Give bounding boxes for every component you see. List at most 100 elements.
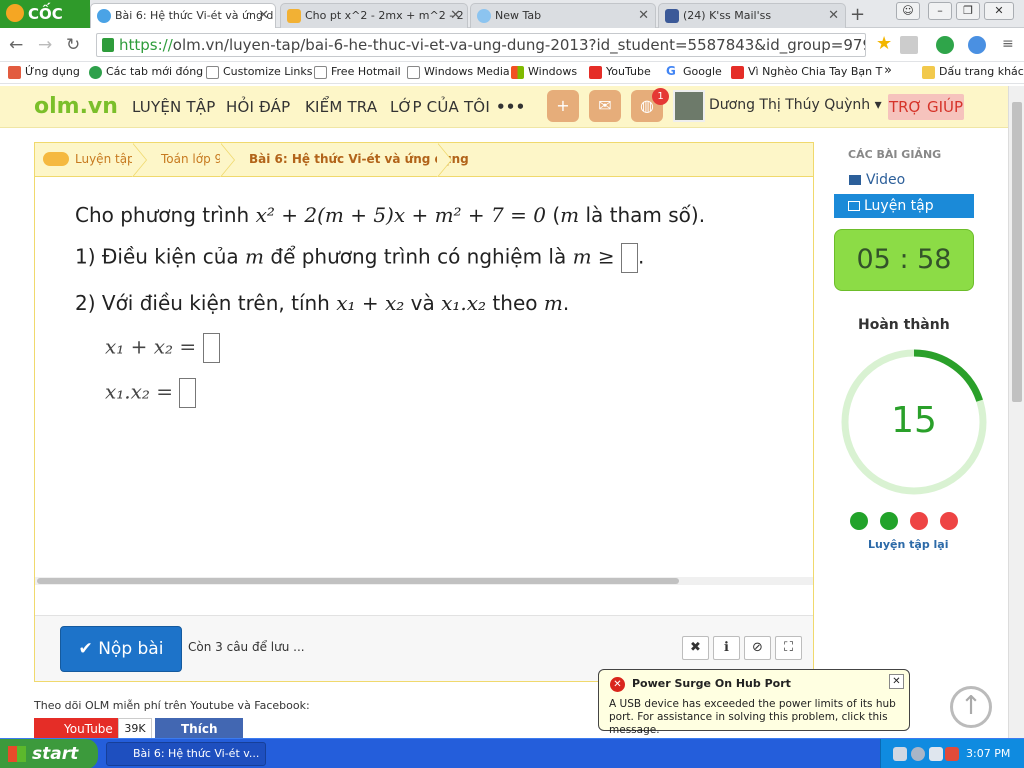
- more-bookmarks-icon[interactable]: »: [884, 63, 892, 78]
- bookmark-youtube[interactable]: YouTube: [589, 65, 651, 79]
- result-dot-wrong: [940, 512, 958, 530]
- close-tab-icon[interactable]: ✕: [638, 4, 649, 27]
- lock-icon: [102, 38, 114, 52]
- bookmark-label: Free Hotmail: [331, 65, 401, 78]
- facebook-favicon-icon: [665, 9, 679, 23]
- breadcrumb-grade9[interactable]: Toán lớp 9: [161, 152, 222, 166]
- olm-logo[interactable]: olm.vn: [34, 94, 118, 119]
- close-tab-icon[interactable]: ✕: [258, 4, 269, 27]
- fullscreen-icon[interactable]: ⛶: [775, 636, 802, 660]
- bookmark-label: Customize Links: [223, 65, 313, 78]
- reload-icon[interactable]: ↻: [66, 35, 80, 55]
- horizontal-scrollbar[interactable]: [35, 577, 813, 585]
- close-window-icon[interactable]: ✕: [984, 2, 1014, 20]
- extension-icon[interactable]: [968, 36, 986, 54]
- text: .: [638, 244, 645, 269]
- avatar[interactable]: [673, 90, 705, 122]
- result-dot-correct: [850, 512, 868, 530]
- scroll-to-top-icon[interactable]: ↑: [950, 686, 992, 728]
- close-icon[interactable]: ✕: [889, 674, 904, 689]
- bookmark-star-icon[interactable]: ★: [876, 33, 894, 54]
- start-button[interactable]: start: [0, 739, 98, 768]
- tab-label: (24) K'ss Mail'ss: [683, 9, 772, 22]
- lectures-title: CÁC BÀI GIẢNG: [848, 148, 942, 161]
- bookmark-hotmail[interactable]: Free Hotmail: [314, 65, 401, 79]
- sidebar-item-practice[interactable]: Luyện tập: [834, 194, 974, 218]
- tab-hoc24[interactable]: Cho pt x^2 - 2mx + m^2 - 2 ✕: [280, 3, 468, 28]
- restore-icon[interactable]: ❐: [956, 2, 980, 20]
- youtube-subscribe-button[interactable]: YouTube: [34, 718, 118, 740]
- answer-box-condition[interactable]: [621, 243, 639, 273]
- sidebar-item-video[interactable]: Video: [834, 168, 974, 192]
- text: 2) Với điều kiện trên, tính: [75, 291, 337, 315]
- taskbar: start Bài 6: Hệ thức Vi-ét v... 3:07 PM: [0, 738, 1024, 768]
- scrollbar-thumb[interactable]: [37, 578, 679, 584]
- user-icon[interactable]: ☺: [896, 2, 920, 20]
- bookmark-video[interactable]: Vì Nghèo Chia Tay Bạn T: [731, 65, 882, 79]
- windows-flag-icon: [8, 746, 26, 762]
- back-icon[interactable]: ←: [9, 35, 23, 55]
- notification-balloon[interactable]: ✕ Power Surge On Hub Port ✕ A USB device…: [598, 669, 910, 736]
- help-button[interactable]: TRỢ GIÚP: [888, 94, 964, 120]
- facebook-like-button[interactable]: Thích 19K: [155, 718, 243, 758]
- username-dropdown[interactable]: Dương Thị Thúy Quỳnh ▾: [709, 97, 882, 113]
- new-tab-icon[interactable]: +: [850, 4, 865, 25]
- tab-new[interactable]: New Tab ✕: [470, 3, 656, 28]
- info-icon[interactable]: ℹ: [713, 636, 740, 660]
- breadcrumb: Luyện tập Toán lớp 9 Bài 6: Hệ thức Vi-é…: [35, 143, 813, 177]
- page-scrollbar[interactable]: [1008, 86, 1024, 738]
- usb-icon[interactable]: [893, 747, 907, 761]
- menu-test[interactable]: KIỂM TRA: [305, 98, 377, 116]
- submit-button[interactable]: ✔ Nộp bài: [60, 626, 182, 672]
- text: .: [562, 291, 570, 315]
- bookmark-apps[interactable]: Ứng dụng: [8, 65, 80, 79]
- coccoc-ext-icon[interactable]: [936, 36, 954, 54]
- taskbar-item-browser[interactable]: Bài 6: Hệ thức Vi-ét v...: [106, 742, 266, 766]
- bookmark-google[interactable]: G Google: [666, 64, 722, 78]
- answer-box-product[interactable]: [179, 378, 197, 408]
- page-icon: [314, 66, 327, 79]
- answer-box-sum[interactable]: [202, 333, 220, 363]
- menu-qa[interactable]: HỎI ĐÁP: [226, 98, 290, 116]
- folder-icon: [922, 66, 935, 79]
- bookmark-windows[interactable]: Windows: [511, 65, 577, 79]
- tab-olm[interactable]: Bài 6: Hệ thức Vi-ét và ứng d ✕: [90, 3, 276, 29]
- menu-practice[interactable]: LUYỆN TẬP: [132, 98, 216, 116]
- breadcrumb-separator: [132, 143, 149, 177]
- scrollbar-thumb[interactable]: [1012, 102, 1022, 402]
- network-icon[interactable]: [911, 747, 925, 761]
- olm-favicon-icon: [97, 9, 111, 23]
- breadcrumb-practice[interactable]: Luyện tập: [75, 152, 135, 166]
- block-icon[interactable]: ⊘: [744, 636, 771, 660]
- download-icon[interactable]: [900, 36, 918, 54]
- condition: m ≥: [572, 244, 615, 269]
- apps-icon: [8, 66, 21, 79]
- antivirus-icon[interactable]: [945, 747, 959, 761]
- retry-link[interactable]: Luyện tập lại: [868, 538, 948, 551]
- menu-more-icon[interactable]: •••: [496, 98, 525, 116]
- follow-text: Theo dõi OLM miễn phí trên Youtube và Fa…: [34, 699, 310, 712]
- bookmark-other-folder[interactable]: Dấu trang khác: [922, 65, 1024, 79]
- url-field[interactable]: https://olm.vn/luyen-tap/bai-6-he-thuc-v…: [96, 33, 866, 57]
- chat-icon[interactable]: ✉: [589, 90, 621, 122]
- close-tab-icon[interactable]: ✕: [828, 4, 839, 27]
- close-tab-icon[interactable]: ✕: [450, 4, 461, 27]
- forward-icon[interactable]: →: [38, 35, 52, 55]
- volume-icon[interactable]: [929, 747, 943, 761]
- url-text: olm.vn/luyen-tap/bai-6-he-thuc-vi-et-va-…: [172, 36, 866, 54]
- menu-icon[interactable]: ≡: [1002, 36, 1014, 52]
- minimize-icon[interactable]: –: [928, 2, 952, 20]
- bookmark-windows-media[interactable]: Windows Media: [407, 65, 510, 79]
- close-icon[interactable]: ✖: [682, 636, 709, 660]
- variable-m: m: [560, 203, 580, 227]
- browser-logo[interactable]: CỐC CỐC: [0, 0, 90, 51]
- breadcrumb-current: Bài 6: Hệ thức Vi-ét và ứng dụng: [249, 152, 469, 166]
- start-label: start: [32, 744, 79, 764]
- tab-facebook[interactable]: (24) K'ss Mail'ss ✕: [658, 3, 846, 28]
- bookmark-customize[interactable]: Customize Links: [206, 65, 313, 79]
- windows-icon: [511, 66, 524, 79]
- menu-my-class[interactable]: LỚP CỦA TÔI: [390, 98, 490, 116]
- add-friend-icon[interactable]: +: [547, 90, 579, 122]
- bookmark-label: Ứng dụng: [25, 65, 80, 78]
- bookmark-recent-tabs[interactable]: Các tab mới đóng: [89, 65, 203, 79]
